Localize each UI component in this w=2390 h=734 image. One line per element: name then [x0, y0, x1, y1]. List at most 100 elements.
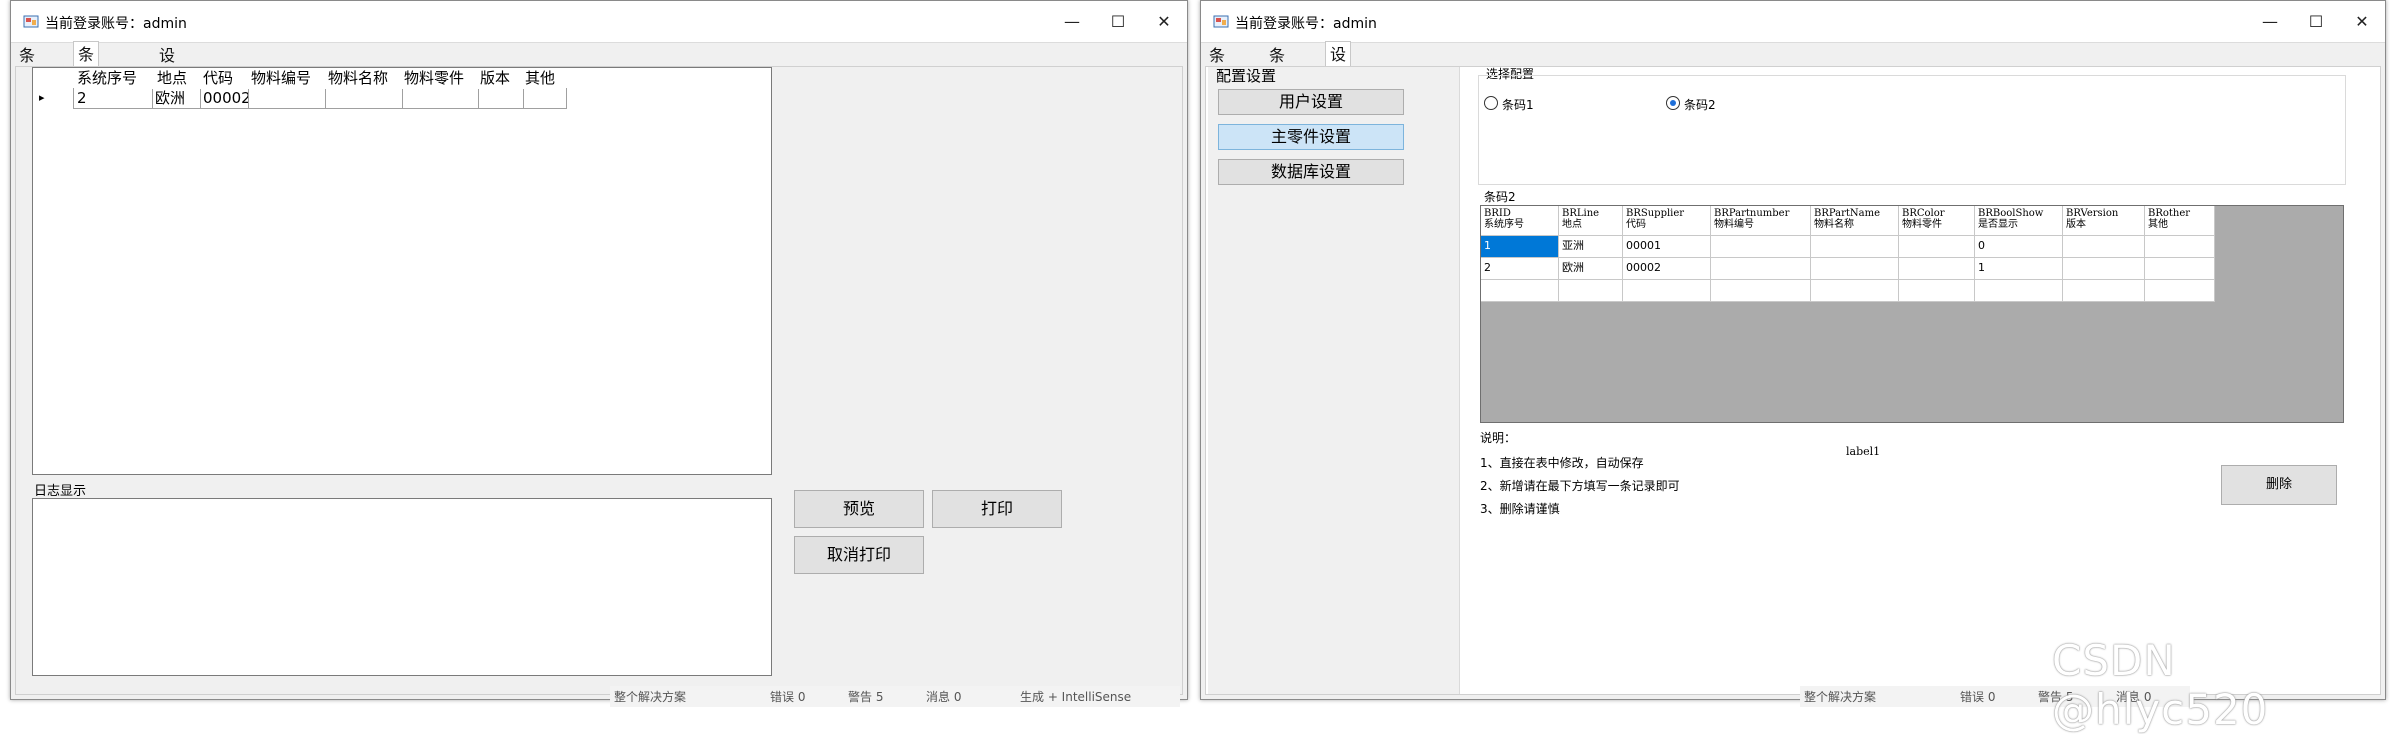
select-config-group — [1478, 75, 2346, 185]
cancel-print-button[interactable]: 取消打印 — [794, 536, 924, 574]
column-header[interactable]: 版本 — [480, 69, 524, 87]
right-tab-page: 配置设置 用户设置 主零件设置 数据库设置 选择配置 条码1 条码2 条码2 B… — [1205, 66, 2381, 695]
grid-cell[interactable] — [2145, 236, 2215, 258]
database-settings-button[interactable]: 数据库设置 — [1218, 159, 1404, 185]
tab-settings[interactable]: 设置 — [155, 45, 179, 87]
grid-cell[interactable] — [1481, 280, 1559, 302]
tab-settings[interactable]: 设置 — [1325, 41, 1352, 90]
close-button[interactable]: ✕ — [2339, 1, 2385, 43]
preview-button[interactable]: 预览 — [794, 490, 924, 528]
grid-cell[interactable] — [1559, 280, 1623, 302]
column-field-name: BRID — [1484, 208, 1511, 219]
taskbar-item[interactable]: 生成 + IntelliSense — [1020, 688, 1131, 705]
grid-cell[interactable]: 1 — [1975, 258, 2063, 280]
grid-cell[interactable] — [1811, 258, 1899, 280]
grid-cell[interactable] — [1623, 280, 1711, 302]
left-taskbar: 整个解决方案 错误 0 警告 5 消息 0 生成 + IntelliSense — [610, 686, 1180, 707]
grid-cell[interactable]: 2 — [1481, 258, 1559, 280]
radio-barcode2[interactable] — [1666, 96, 1680, 110]
grid-cell[interactable] — [1711, 258, 1811, 280]
grid-cell[interactable]: 00001 — [1623, 236, 1711, 258]
grid-cell[interactable]: 欧洲 — [1559, 258, 1623, 280]
column-header[interactable]: BRID 系统序号 — [1481, 206, 1559, 236]
grid-cell[interactable]: 2 — [77, 89, 153, 109]
main-part-settings-button[interactable]: 主零件设置 — [1218, 124, 1404, 150]
grid-cell[interactable] — [1975, 280, 2063, 302]
grid-cell[interactable] — [1811, 280, 1899, 302]
grid-cell[interactable]: 00002 — [1623, 258, 1711, 280]
maximize-button[interactable]: ☐ — [1095, 1, 1141, 43]
column-header[interactable]: 其他 — [525, 69, 569, 87]
column-header[interactable]: 地点 — [157, 69, 201, 87]
table-row[interactable]: ▸ 2 欧洲 00002 — [33, 88, 567, 109]
grid-cell[interactable] — [1811, 236, 1899, 258]
tab-barcode2[interactable]: 条码2 — [73, 41, 100, 116]
print-button[interactable]: 打印 — [932, 490, 1062, 528]
column-header[interactable]: BRPartnumber 物料编号 — [1711, 206, 1811, 236]
grid-cell[interactable] — [525, 89, 567, 109]
grid-cell[interactable] — [1899, 280, 1975, 302]
close-button[interactable]: ✕ — [1141, 1, 1187, 43]
column-header[interactable]: 物料零件 — [404, 69, 478, 87]
taskbar-item[interactable]: 消息 0 — [926, 688, 961, 705]
column-header[interactable]: BRVersion 版本 — [2063, 206, 2145, 236]
grid-cell[interactable]: 欧洲 — [155, 89, 201, 109]
column-caption: 物料名称 — [1814, 219, 1854, 230]
taskbar-item[interactable]: 错误 0 — [1960, 688, 1995, 705]
column-header[interactable]: 系统序号 — [77, 69, 153, 87]
column-caption: 版本 — [2066, 219, 2086, 230]
column-header[interactable]: 物料编号 — [251, 69, 325, 87]
tab-barcode2[interactable]: 条码2 — [1265, 45, 1289, 109]
column-header[interactable]: 代码 — [203, 69, 249, 87]
maximize-button[interactable]: ☐ — [2293, 1, 2339, 43]
config-panel: 配置设置 用户设置 主零件设置 数据库设置 — [1208, 67, 1460, 694]
grid-cell[interactable] — [2063, 236, 2145, 258]
left-titlebar[interactable]: 当前登录账号：admin — ☐ ✕ — [11, 1, 1187, 43]
tab-barcode1[interactable]: 条码1 — [1205, 45, 1229, 109]
tab-barcode1[interactable]: 条码1 — [15, 45, 39, 109]
grid-cell[interactable] — [251, 89, 326, 109]
grid-cell[interactable] — [328, 89, 403, 109]
grid-cell[interactable] — [1711, 236, 1811, 258]
grid-cell[interactable]: 0 — [1975, 236, 2063, 258]
row-selector-icon[interactable]: ▸ — [39, 89, 45, 107]
grid-cell[interactable] — [480, 89, 524, 109]
column-header[interactable]: BRBoolShow 是否显示 — [1975, 206, 2063, 236]
column-header[interactable]: BRother 其他 — [2145, 206, 2215, 236]
grid-cell[interactable] — [2063, 280, 2145, 302]
column-header[interactable]: BRSupplier 代码 — [1623, 206, 1711, 236]
taskbar-item[interactable]: 整个解决方案 — [614, 688, 686, 705]
column-caption: 地点 — [1562, 219, 1582, 230]
column-header[interactable]: 物料名称 — [328, 69, 402, 87]
radio-barcode1[interactable] — [1484, 96, 1498, 110]
barcode-config-grid[interactable]: BRID 系统序号 BRLine 地点 BRSupplier 代码 BRPartnumber… — [1480, 205, 2344, 423]
barcode2-grid[interactable]: 系统序号 地点 代码 物料编号 物料名称 物料零件 版本 其他 ▸ 2 欧洲 0… — [32, 67, 772, 475]
minimize-button[interactable]: — — [2247, 1, 2293, 43]
column-header[interactable]: BRLine 地点 — [1559, 206, 1623, 236]
grid-cell[interactable] — [1899, 258, 1975, 280]
note-line: 1、直接在表中修改，自动保存 — [1480, 456, 1644, 470]
radio-barcode1-label[interactable]: 条码1 — [1502, 96, 1534, 113]
grid-cell[interactable]: 1 — [1481, 236, 1559, 258]
taskbar-item[interactable]: 警告 5 — [848, 688, 883, 705]
right-titlebar[interactable]: 当前登录账号：admin — ☐ ✕ — [1201, 1, 2385, 43]
grid-cell[interactable]: 00002 — [203, 89, 249, 109]
taskbar-item[interactable]: 整个解决方案 — [1804, 688, 1876, 705]
taskbar-item[interactable]: 错误 0 — [770, 688, 805, 705]
log-textbox[interactable] — [32, 498, 772, 676]
column-header[interactable]: BRColor 物料零件 — [1899, 206, 1975, 236]
grid-cell[interactable] — [2063, 258, 2145, 280]
delete-button[interactable]: 删除 — [2221, 465, 2337, 505]
column-header[interactable]: BRPartName 物料名称 — [1811, 206, 1899, 236]
grid-cell[interactable]: 亚洲 — [1559, 236, 1623, 258]
grid-cell[interactable] — [2145, 258, 2215, 280]
grid-cell[interactable] — [1899, 236, 1975, 258]
column-caption: 代码 — [1626, 219, 1646, 230]
grid-cell[interactable] — [404, 89, 479, 109]
grid-cell[interactable] — [2145, 280, 2215, 302]
minimize-button[interactable]: — — [1049, 1, 1095, 43]
user-settings-button[interactable]: 用户设置 — [1218, 89, 1404, 115]
label1: label1 — [1846, 445, 1881, 458]
radio-barcode2-label[interactable]: 条码2 — [1684, 96, 1716, 113]
grid-cell[interactable] — [1711, 280, 1811, 302]
